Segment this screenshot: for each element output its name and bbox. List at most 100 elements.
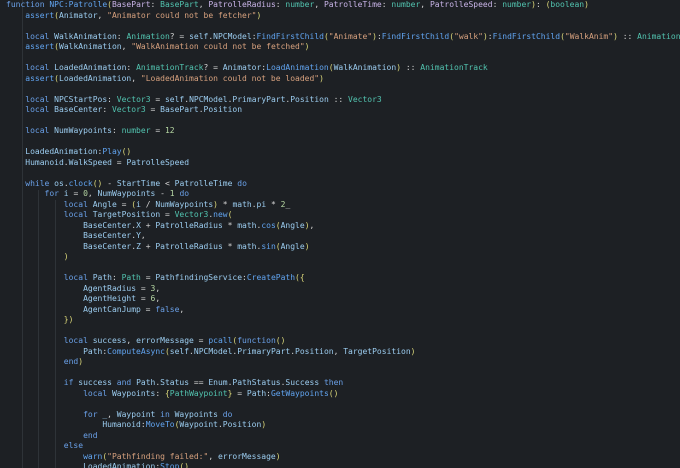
code-line[interactable]: AgentCanJump = false, xyxy=(6,305,680,316)
code-line[interactable] xyxy=(6,326,680,337)
code-line[interactable]: for i = 0, NumWaypoints - 1 do xyxy=(6,189,680,200)
code-token: ) xyxy=(261,420,267,429)
code-line[interactable]: BaseCenter.Y, xyxy=(6,231,680,242)
code-line[interactable] xyxy=(6,116,680,127)
code-line[interactable]: LoadedAnimation:Play() xyxy=(6,147,680,158)
code-line[interactable]: local LoadedAnimation: AnimationTrack? =… xyxy=(6,63,680,74)
code-line[interactable] xyxy=(6,368,680,379)
code-line[interactable]: AgentHeight = 6, xyxy=(6,294,680,305)
code-line[interactable]: assert(LoadedAnimation, "LoadedAnimation… xyxy=(6,74,680,85)
code-token: self xyxy=(189,31,209,41)
code-line[interactable]: end) xyxy=(6,357,680,368)
code-line[interactable]: BaseCenter.Z + PatrolleRadius * math.sin… xyxy=(6,242,680,253)
code-editor[interactable]: function NPC:Patrolle (BasePart: BasePart… xyxy=(0,0,680,468)
code-line[interactable]: if success and Path.Status == Enum.PathS… xyxy=(6,378,680,389)
code-line[interactable]: Path:ComputeAsync(self.NPCModel.PrimaryP… xyxy=(6,347,680,358)
code-token: "Animator could not be fetcher" xyxy=(107,10,257,20)
code-token: 12 xyxy=(164,126,175,135)
code-token: success xyxy=(92,336,127,345)
code-token: PathWaypoint xyxy=(169,388,228,398)
code-token: + xyxy=(140,241,156,251)
code-token: Path xyxy=(121,273,141,282)
code-token: local xyxy=(63,273,93,282)
code-line[interactable]: local TargetPosition = Vector3.new( xyxy=(6,210,680,221)
code-line[interactable]: local Path: Path = PathfindingService:Cr… xyxy=(6,273,680,284)
code-line[interactable]: BaseCenter.X + PatrolleRadius * math.cos… xyxy=(6,221,680,232)
code-token: : xyxy=(275,0,286,9)
code-token: WalkAnimation xyxy=(333,63,397,72)
code-token: number xyxy=(502,0,532,9)
code-token: local xyxy=(25,105,55,114)
code-line[interactable]: ) xyxy=(6,252,680,263)
code-token: number xyxy=(121,126,151,135)
code-line[interactable]: end xyxy=(6,431,680,442)
code-token: Vector3 xyxy=(174,210,209,219)
code-line[interactable]: }) xyxy=(6,315,680,326)
code-token: ) xyxy=(410,346,416,356)
code-line[interactable]: assert(Animator, "Animator could not be … xyxy=(6,11,680,22)
code-line[interactable] xyxy=(6,84,680,95)
code-token: : xyxy=(155,388,165,398)
code-token: Vector3 xyxy=(116,94,151,104)
code-token: "WalkAnim" xyxy=(564,31,614,41)
code-token: NPC:Patrolle xyxy=(49,0,108,9)
code-line[interactable]: while os.clock() - StartTime < PatrolleT… xyxy=(6,179,680,190)
code-line[interactable]: Humanoid.WalkSpeed = PatrolleSpeed xyxy=(6,158,680,169)
code-token: : xyxy=(492,0,503,9)
code-token: _ xyxy=(285,199,291,209)
code-token: new xyxy=(213,210,228,219)
code-token: "LoadedAnimation could not be loaded" xyxy=(140,73,320,83)
code-line[interactable] xyxy=(6,21,680,32)
code-token: : xyxy=(111,126,122,135)
code-line[interactable]: assert(WalkAnimation, "WalkAnimation cou… xyxy=(6,42,680,53)
code-token: local xyxy=(83,388,112,398)
code-line[interactable]: local success, errorMessage = pcall(func… xyxy=(6,336,680,347)
code-line[interactable]: for _, Waypoint in Waypoints do xyxy=(6,410,680,421)
code-line[interactable]: warn("Pathfinding failed:", errorMessage… xyxy=(6,452,680,463)
code-line[interactable]: LoadedAnimation:Stop() xyxy=(6,462,680,468)
code-token: ({ xyxy=(295,273,305,282)
code-token: FindFirstChild xyxy=(381,31,450,41)
code-token: :: xyxy=(617,31,638,41)
code-line[interactable]: local BaseCenter: Vector3 = BasePart.Pos… xyxy=(6,105,680,116)
code-line[interactable]: Humanoid:MoveTo(Waypoint.Position) xyxy=(6,420,680,431)
code-token: AgentRadius xyxy=(83,283,137,293)
code-line[interactable] xyxy=(6,399,680,410)
code-line[interactable]: local WalkAnimation: Animation? = self.N… xyxy=(6,32,680,43)
code-line[interactable]: local Waypoints: {PathWaypoint} = Path:G… xyxy=(6,389,680,400)
code-line[interactable] xyxy=(6,263,680,274)
code-line[interactable]: function NPC:Patrolle(BasePart: BasePart… xyxy=(6,0,680,11)
code-line[interactable]: local NPCStartPos: Vector3 = self.NPCMod… xyxy=(6,95,680,106)
code-line[interactable] xyxy=(6,168,680,179)
code-token: pcall xyxy=(208,336,233,345)
code-token: ) xyxy=(304,42,310,51)
code-line[interactable]: local NumWaypoints: number = 12 xyxy=(6,126,680,137)
code-token: for xyxy=(44,189,64,198)
code-line[interactable]: else xyxy=(6,441,680,452)
code-text[interactable]: function NPC:Patrolle (BasePart: BasePart… xyxy=(6,0,680,468)
code-token: NumWaypoints xyxy=(54,126,112,135)
code-token: LoadedAnimation xyxy=(59,73,132,83)
code-token: ) xyxy=(584,0,589,9)
code-line[interactable] xyxy=(6,137,680,148)
code-token: local xyxy=(63,210,93,219)
code-token: = xyxy=(111,157,127,167)
code-line[interactable] xyxy=(6,53,680,64)
code-token: number xyxy=(285,0,315,9)
code-token: : xyxy=(150,0,161,9)
code-line[interactable]: local Angle = (i / NumWaypoints) * math.… xyxy=(6,200,680,211)
code-token: Path xyxy=(83,346,103,356)
code-token: = xyxy=(145,105,161,114)
code-line[interactable]: AgentRadius = 3, xyxy=(6,284,680,295)
code-token: + xyxy=(140,220,156,230)
code-token: , xyxy=(97,10,108,20)
code-token: : xyxy=(111,273,122,282)
code-token: Angle xyxy=(280,220,305,230)
code-token: for xyxy=(83,409,103,419)
